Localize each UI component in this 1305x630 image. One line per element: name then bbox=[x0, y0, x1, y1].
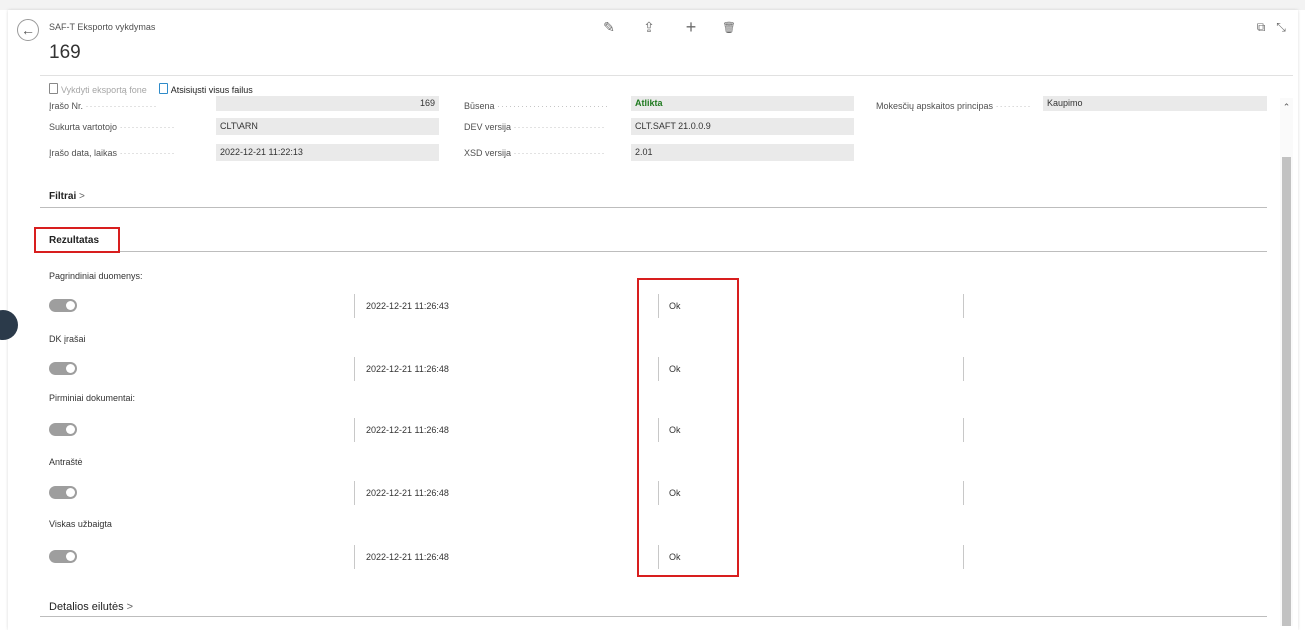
tax-principle-field: Kaupimo bbox=[1043, 96, 1267, 111]
result-timestamp-1: 2022-12-21 11:26:48 bbox=[366, 364, 449, 374]
result-status-0: Ok bbox=[669, 301, 681, 311]
result-label-3: Antraštė bbox=[49, 457, 83, 467]
details-section[interactable]: Detalios eilutės > bbox=[49, 601, 133, 613]
cell-divider bbox=[963, 294, 964, 318]
result-label-1: DK įrašai bbox=[49, 334, 86, 344]
chevron-right-icon: > bbox=[126, 601, 134, 613]
scroll-up-icon[interactable]: ⌃ bbox=[1280, 102, 1293, 113]
download-all-action[interactable]: Atsisiųsti visus failus bbox=[158, 83, 253, 95]
cell-divider bbox=[354, 357, 355, 381]
created-by-field: CLT\ARN bbox=[216, 118, 439, 135]
result-label-4: Viskas užbaigta bbox=[49, 519, 112, 529]
record-datetime-label: Įrašo data, laikas ·············· bbox=[49, 148, 176, 158]
toggle-knob bbox=[66, 425, 75, 434]
run-background-label: Vykdyti eksportą fone bbox=[61, 85, 147, 95]
scrollbar-thumb[interactable] bbox=[1282, 157, 1291, 626]
delete-icon[interactable]: 🗑 bbox=[720, 18, 738, 36]
toggle-knob bbox=[66, 364, 75, 373]
filters-section[interactable]: Filtrai > bbox=[49, 191, 85, 202]
tax-principle-label-text: Mokesčių apskaitos principas bbox=[876, 101, 994, 111]
cell-divider bbox=[354, 545, 355, 569]
cell-divider bbox=[354, 481, 355, 505]
status-field: Atlikta bbox=[631, 96, 854, 111]
cell-divider bbox=[658, 294, 659, 318]
cell-divider bbox=[658, 481, 659, 505]
xsd-version-label-text: XSD versija bbox=[464, 148, 512, 158]
result-timestamp-2: 2022-12-21 11:26:48 bbox=[366, 425, 449, 435]
result-status-3: Ok bbox=[669, 488, 681, 498]
details-title: Detalios eilutės bbox=[49, 601, 124, 613]
dev-version-field: CLT.SAFT 21.0.0.9 bbox=[631, 118, 854, 135]
chevron-right-icon: > bbox=[79, 191, 85, 202]
download-all-label: Atsisiųsti visus failus bbox=[170, 85, 253, 95]
arrow-left-icon: ← bbox=[21, 22, 35, 38]
action-bar: Vykdyti eksportą fone Atsisiųsti visus f… bbox=[49, 83, 253, 95]
dev-version-label-text: DEV versija bbox=[464, 122, 512, 132]
toggle-knob bbox=[66, 552, 75, 561]
result-status-1: Ok bbox=[669, 364, 681, 374]
created-by-label-text: Sukurta vartotojo bbox=[49, 122, 118, 132]
cell-divider bbox=[658, 418, 659, 442]
page-title: 169 bbox=[49, 42, 81, 63]
result-label-0: Pagrindiniai duomenys: bbox=[49, 271, 143, 281]
toggle-1[interactable] bbox=[49, 362, 77, 375]
cell-divider bbox=[354, 294, 355, 318]
filters-divider bbox=[40, 207, 1267, 208]
cell-divider bbox=[963, 418, 964, 442]
cell-divider bbox=[963, 481, 964, 505]
header-divider bbox=[40, 75, 1293, 76]
result-label-2: Pirminiai dokumentai: bbox=[49, 393, 136, 403]
cell-divider bbox=[354, 418, 355, 442]
result-timestamp-4: 2022-12-21 11:26:48 bbox=[366, 552, 449, 562]
status-label-text: Būsena bbox=[464, 101, 495, 111]
details-divider bbox=[40, 616, 1267, 617]
status-label: Būsena ···························· bbox=[464, 101, 609, 111]
result-status-4: Ok bbox=[669, 552, 681, 562]
share-icon[interactable]: ⇪ bbox=[640, 18, 658, 36]
result-divider bbox=[120, 251, 1267, 252]
record-no-field: 169 bbox=[216, 96, 439, 111]
result-timestamp-0: 2022-12-21 11:26:43 bbox=[366, 301, 449, 311]
xsd-version-label: XSD versija ······················· bbox=[464, 148, 606, 158]
toggle-3[interactable] bbox=[49, 486, 77, 499]
toggle-knob bbox=[66, 488, 75, 497]
edit-icon[interactable]: ✎ bbox=[600, 18, 618, 36]
record-datetime-field: 2022-12-21 11:22:13 bbox=[216, 144, 439, 161]
toggle-4[interactable] bbox=[49, 550, 77, 563]
toggle-2[interactable] bbox=[49, 423, 77, 436]
record-no-label: Įrašo Nr. ·················· bbox=[49, 101, 158, 111]
cell-divider bbox=[658, 357, 659, 381]
record-datetime-label-text: Įrašo data, laikas bbox=[49, 148, 118, 158]
add-icon[interactable]: + bbox=[682, 17, 700, 37]
run-background-action[interactable]: Vykdyti eksportą fone bbox=[49, 83, 147, 95]
breadcrumb: SAF-T Eksporto vykdymas bbox=[49, 22, 156, 32]
document-icon bbox=[158, 83, 168, 94]
result-status-2: Ok bbox=[669, 425, 681, 435]
back-button[interactable]: ← bbox=[17, 19, 39, 41]
document-icon bbox=[49, 83, 58, 94]
top-band bbox=[0, 0, 1305, 10]
record-no-label-text: Įrašo Nr. bbox=[49, 101, 84, 111]
result-section-title: Rezultatas bbox=[49, 235, 100, 246]
cell-divider bbox=[963, 545, 964, 569]
xsd-version-field: 2.01 bbox=[631, 144, 854, 161]
cell-divider bbox=[963, 357, 964, 381]
dev-version-label: DEV versija ······················· bbox=[464, 122, 606, 132]
cell-divider bbox=[658, 545, 659, 569]
toggle-knob bbox=[66, 301, 75, 310]
collapse-icon[interactable]: ⤡ bbox=[1272, 18, 1290, 36]
filters-title: Filtrai bbox=[49, 191, 77, 202]
status-highlight-box bbox=[637, 278, 739, 577]
toggle-0[interactable] bbox=[49, 299, 77, 312]
popout-icon[interactable]: ⧉ bbox=[1252, 18, 1270, 36]
result-timestamp-3: 2022-12-21 11:26:48 bbox=[366, 488, 449, 498]
created-by-label: Sukurta vartotojo ·············· bbox=[49, 122, 176, 132]
tax-principle-label: Mokesčių apskaitos principas ········· bbox=[876, 101, 1032, 111]
